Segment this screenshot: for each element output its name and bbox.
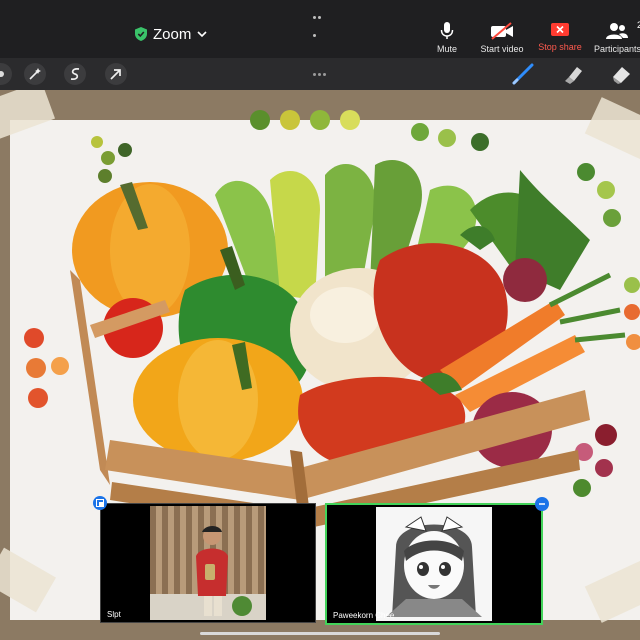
participant-name-2: Paweekorn Chee xyxy=(333,611,395,620)
top-drag-handle[interactable] xyxy=(313,6,327,37)
chevron-down-icon xyxy=(197,31,207,38)
participant-name-1: Slpt xyxy=(107,610,121,619)
expand-video-button[interactable] xyxy=(93,496,107,510)
meeting-title-dropdown[interactable]: Zoom xyxy=(135,24,207,44)
stroke-tool[interactable] xyxy=(64,63,86,85)
magic-wand-icon xyxy=(29,68,41,80)
stop-share-button[interactable]: Stop share xyxy=(525,22,595,52)
participant-video-tile-2[interactable]: Paweekorn Chee xyxy=(325,497,549,625)
participant-video-tile-1[interactable]: Slpt xyxy=(93,496,316,623)
highlighter-icon xyxy=(565,67,582,84)
undo-tool[interactable] xyxy=(0,63,12,85)
toolbar-drag-handle[interactable] xyxy=(313,63,328,81)
arrow-pointer-icon xyxy=(110,69,121,80)
vegetable-basket-painting xyxy=(24,110,640,530)
eraser-tool[interactable] xyxy=(608,62,634,86)
magic-wand-tool[interactable] xyxy=(24,63,46,85)
mute-label: Mute xyxy=(436,44,457,54)
minimize-video-button[interactable] xyxy=(535,497,549,511)
eraser-icon xyxy=(613,67,630,84)
participants-icon xyxy=(606,23,628,39)
stop-share-label: Stop share xyxy=(538,42,582,52)
tool-icon xyxy=(0,71,4,77)
pointer-tool[interactable] xyxy=(105,63,127,85)
meeting-title: Zoom xyxy=(153,25,192,43)
participant-video-feed xyxy=(376,507,492,621)
shield-check-icon xyxy=(135,27,147,41)
microphone-icon xyxy=(440,22,454,39)
annotation-toolbar xyxy=(0,58,640,90)
participant-video-feed xyxy=(150,506,266,620)
minus-icon xyxy=(539,503,545,505)
participants-label: Participants xyxy=(594,44,640,54)
shared-screen[interactable] xyxy=(0,90,640,640)
pen-tool[interactable] xyxy=(510,62,536,86)
participants-button[interactable]: 2 Participants xyxy=(588,20,640,54)
expand-icon xyxy=(96,499,104,507)
meeting-top-bar: Zoom Mute Start video Stop share 2 Parti… xyxy=(0,0,640,58)
video-off-icon xyxy=(491,22,513,40)
stop-share-icon xyxy=(551,23,569,36)
home-indicator xyxy=(200,632,440,635)
s-curve-icon xyxy=(70,68,80,80)
highlighter-tool[interactable] xyxy=(560,62,586,86)
start-video-label: Start video xyxy=(480,44,524,54)
pen-icon xyxy=(512,63,534,85)
